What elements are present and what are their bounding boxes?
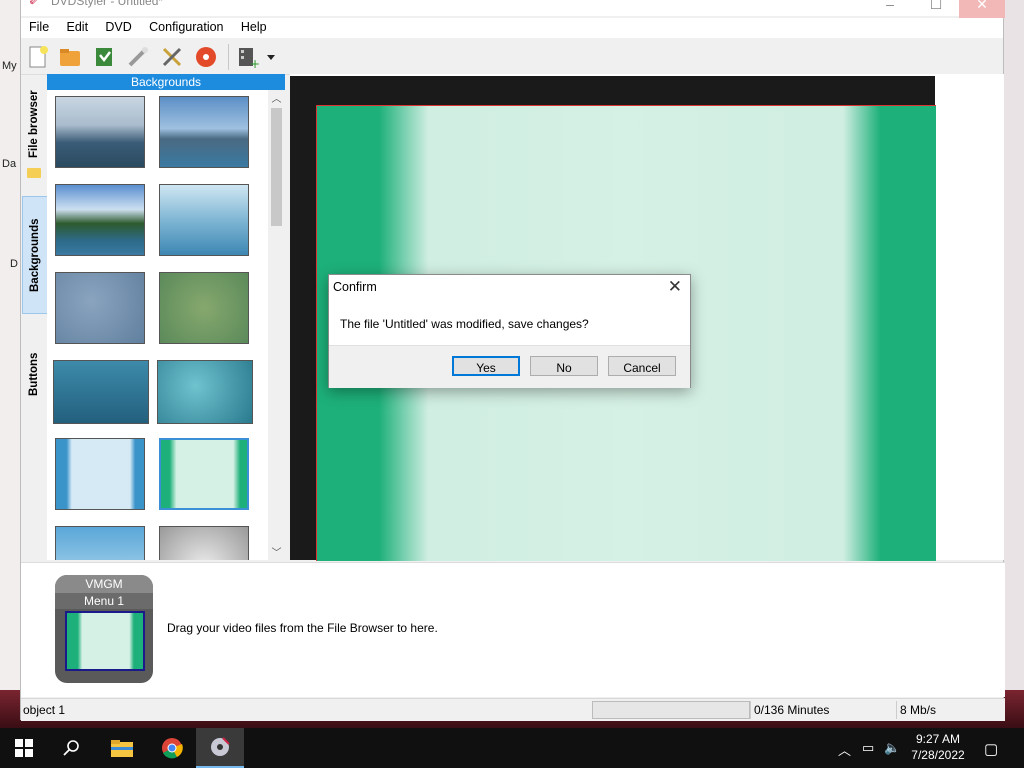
background-thumbnail[interactable] [159,526,249,560]
tab-file-browser-label: File browser [28,90,40,158]
vmgm-menu-tile[interactable]: VMGM Menu 1 [55,575,153,683]
background-thumbnail[interactable] [159,272,249,344]
clock[interactable]: 9:27 AM 7/28/2022 [904,731,972,763]
open-icon[interactable] [57,44,83,70]
chevron-up-icon[interactable]: ︿ [838,740,851,759]
clock-date: 7/28/2022 [911,748,965,762]
dialog-close-icon[interactable]: ✕ [668,277,682,297]
cancel-button[interactable]: Cancel [608,356,676,376]
status-bitrate: 8 Mb/s [900,703,937,717]
background-thumbnail[interactable] [55,184,145,256]
status-separator [750,701,751,719]
menu-label: Menu 1 [55,593,153,609]
scroll-thumb[interactable] [271,108,282,226]
tab-backgrounds-label: Backgrounds [29,218,41,292]
folder-icon [111,740,133,757]
dialog-footer: Yes No Cancel [329,345,690,388]
network-icon[interactable]: ▭ [862,740,874,756]
status-object: object 1 [23,703,66,717]
tab-buttons[interactable]: Buttons [22,326,46,422]
menu-configuration[interactable]: Configuration [143,18,229,36]
disc-usage-bar [592,701,750,719]
title-bar: ✐ DVDStyler - Untitled* [21,0,1003,16]
desktop-icon-label[interactable]: Da [2,158,16,170]
menu-preview[interactable] [65,611,145,671]
tab-backgrounds[interactable]: Backgrounds [22,196,48,314]
dropdown-icon[interactable] [265,44,277,70]
dvdstyler-taskbar-button[interactable] [196,728,244,768]
background-thumbnail[interactable] [55,438,145,510]
chrome-button[interactable] [148,728,196,768]
app-icon: ✐ [29,0,40,8]
status-bar: object 1 0/136 Minutes 8 Mb/s [21,698,1005,721]
status-separator [896,701,897,719]
status-minutes: 0/136 Minutes [754,703,830,717]
taskbar: ︿ ▭ 🔈 9:27 AM 7/28/2022 ▢ [0,728,1024,768]
background-thumbnail[interactable] [157,360,253,424]
background-thumbnail[interactable] [53,360,149,424]
backgrounds-gallery [47,90,285,560]
dvd-disc-icon [211,737,230,756]
background-thumbnail[interactable] [159,96,249,168]
side-tab-strip: File browser Backgrounds Buttons [21,76,48,560]
yes-button[interactable]: Yes [452,356,520,376]
tab-buttons-label: Buttons [28,352,40,396]
start-button[interactable] [0,728,48,768]
toolbar: + [21,40,1003,75]
scroll-down-icon[interactable]: ﹀ [268,544,285,560]
notification-icon[interactable]: ▢ [984,740,998,758]
menu-bar: File Edit DVD Configuration Help [21,18,1003,38]
no-button[interactable]: No [530,356,598,376]
menu-file[interactable]: File [23,18,55,36]
backgrounds-header: Backgrounds [47,74,285,90]
toolbar-separator [228,44,229,70]
windows-icon [15,739,33,757]
background-thumbnail[interactable] [55,272,145,344]
dialog-message: The file 'Untitled' was modified, save c… [340,317,589,331]
tab-file-browser[interactable]: File browser [22,76,46,172]
desktop-icon-label[interactable]: D [10,258,18,270]
clock-time: 9:27 AM [915,732,961,746]
gallery-scrollbar[interactable]: ︿ ﹀ [268,90,285,560]
chrome-icon [162,738,183,759]
background-thumbnail-selected[interactable] [159,438,249,510]
menu-dvd[interactable]: DVD [99,18,137,36]
menu-help[interactable]: Help [235,18,273,36]
folder-icon [27,168,41,178]
volume-icon[interactable]: 🔈 [884,740,900,756]
maximize-button[interactable]: ☐ [913,0,959,18]
burn-wand-icon[interactable] [125,44,151,70]
new-icon[interactable] [25,44,51,70]
settings-icon[interactable] [159,44,185,70]
window-title: DVDStyler - Untitled* [51,0,164,8]
background-thumbnail[interactable] [55,96,145,168]
file-explorer-button[interactable] [98,728,146,768]
close-button[interactable]: ✕ [959,0,1005,18]
vmgm-label: VMGM [55,575,153,593]
search-button[interactable] [48,728,96,768]
dvd-burn-icon[interactable] [193,44,219,70]
search-icon [63,740,79,756]
scroll-up-icon[interactable]: ︿ [268,90,285,106]
desktop-icon-label[interactable]: My [2,60,17,72]
add-video-icon[interactable]: + [235,44,261,70]
background-thumbnail[interactable] [159,184,249,256]
svg-text:+: + [250,57,260,70]
minimize-button[interactable]: – [867,0,913,18]
drag-hint-text: Drag your video files from the File Brow… [167,621,438,635]
save-icon[interactable] [91,44,117,70]
confirm-dialog: Confirm ✕ The file 'Untitled' was modifi… [328,274,691,388]
titleset-manager: VMGM Menu 1 Drag your video files from t… [21,562,1005,697]
background-thumbnail[interactable] [55,526,145,560]
menu-edit[interactable]: Edit [61,18,95,36]
dialog-title: Confirm [333,280,377,294]
